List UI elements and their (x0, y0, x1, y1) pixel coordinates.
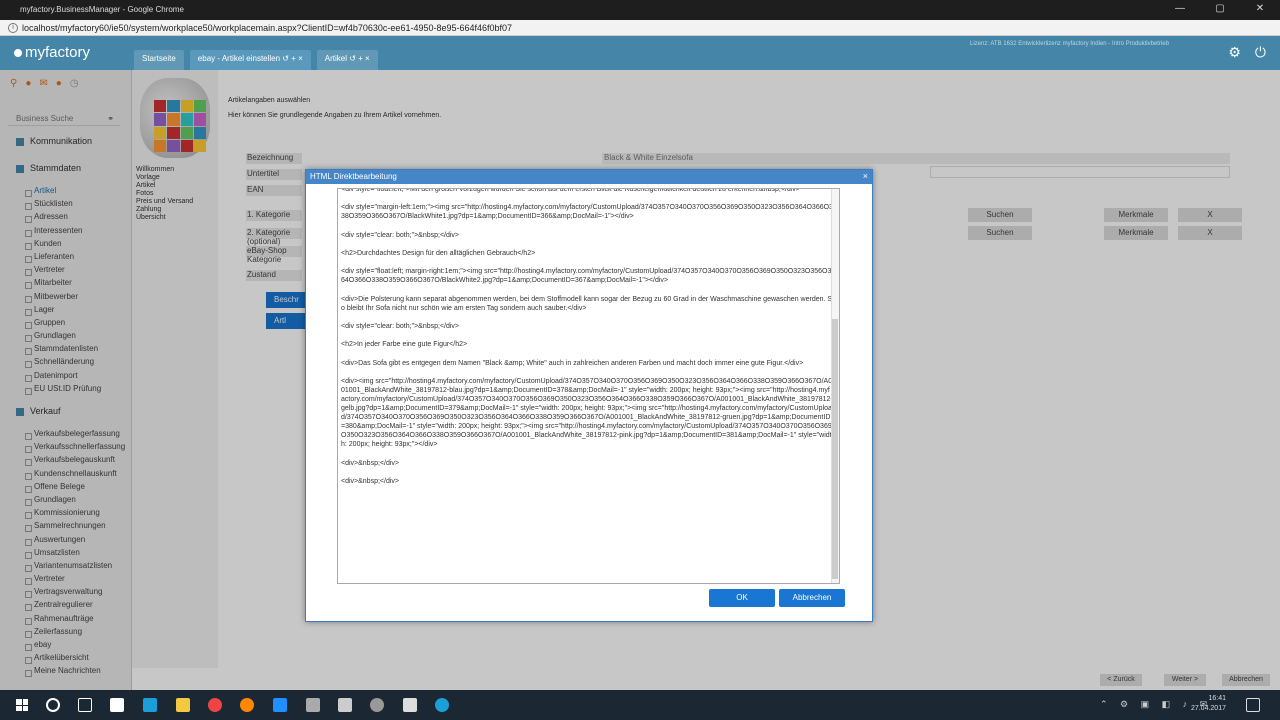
logo[interactable]: myfactory (14, 44, 90, 61)
clock[interactable]: 16:41 27.04.2017 (1191, 694, 1226, 714)
code-line: <div>Die Polsterung kann separat abgenom… (341, 295, 833, 312)
code-line: <div style="float:left;">Mit den großen … (341, 188, 800, 193)
action-center-icon[interactable] (1246, 698, 1260, 712)
code-line: <div>&nbsp;</div> (341, 478, 399, 486)
scroll-thumb[interactable] (832, 319, 838, 579)
tab-artikel[interactable]: Artikel ↺ + × (316, 50, 378, 70)
html-edit-dialog: HTML Direktbearbeitung × <div style="flo… (305, 169, 873, 622)
ok-button[interactable]: OK (709, 589, 775, 607)
search-icon[interactable] (46, 698, 60, 712)
store-icon[interactable] (110, 698, 124, 712)
info-icon[interactable]: i (8, 23, 18, 33)
header-icons: ⚙ ⏻ (1228, 44, 1266, 61)
license-text: Lizenz: ATB 1632 Entwicklerlizenz myfact… (970, 41, 1169, 47)
url-text[interactable]: localhost/myfactory60/ie50/system/workpl… (22, 23, 512, 33)
dialog-titlebar: HTML Direktbearbeitung × (306, 170, 872, 184)
notepad-icon[interactable] (338, 698, 352, 712)
windows-start-icon[interactable] (16, 699, 28, 711)
dialog-title: HTML Direktbearbeitung (310, 172, 397, 181)
skype-icon[interactable] (143, 698, 157, 712)
tab-bar: Startseite ebay - Artikel einstellen ↺ +… (134, 50, 384, 70)
skype-business-icon[interactable] (435, 698, 449, 712)
close-icon[interactable]: ✕ (1250, 3, 1270, 14)
clock-date: 27.04.2017 (1190, 705, 1226, 712)
code-line: <div style="clear: both;">&nbsp;</div> (341, 322, 460, 330)
code-line: <div style="margin-left:1em;"><img src="… (341, 204, 833, 221)
tab-ebay-artikel[interactable]: ebay - Artikel einstellen ↺ + × (189, 50, 311, 70)
windows-taskbar: ⌃ ⚙ ▣ ◧ ♪ ✉ 16:41 27.04.2017 (0, 690, 1280, 720)
code-line: <div style="clear: both;">&nbsp;</div> (341, 231, 460, 239)
minimize-icon[interactable]: — (1170, 3, 1190, 14)
chrome-icon[interactable] (208, 698, 222, 712)
code-line: <div><img src="http://hosting4.myfactory… (341, 377, 833, 449)
address-bar[interactable]: i localhost/myfactory60/ie50/system/work… (0, 20, 1280, 36)
task-view-icon[interactable] (78, 698, 92, 712)
edge-icon[interactable] (273, 698, 287, 712)
tab-startseite[interactable]: Startseite (134, 50, 184, 70)
firefox-icon[interactable] (240, 698, 254, 712)
app-header: myfactory Startseite ebay - Artikel eins… (0, 36, 1280, 70)
editor-scrollbar[interactable] (831, 189, 839, 583)
window-controls: — ▢ ✕ (1170, 3, 1270, 14)
close-icon[interactable]: × (863, 171, 868, 181)
cancel-button[interactable]: Abbrechen (779, 589, 845, 607)
browser-title: myfactory.BusinessManager - Google Chrom… (20, 5, 184, 14)
explorer-icon[interactable] (176, 698, 190, 712)
maximize-icon[interactable]: ▢ (1210, 3, 1230, 14)
logo-icon (14, 49, 22, 57)
clock-time: 16:41 (1208, 695, 1226, 702)
code-line: <div>Das Sofa gibt es entgegen dem Namen… (341, 359, 804, 367)
browser-title-bar: myfactory.BusinessManager - Google Chrom… (0, 0, 1280, 20)
code-line: <div>&nbsp;</div> (341, 459, 399, 467)
power-icon[interactable]: ⏻ (1255, 44, 1266, 61)
html-code: <div style="float:left;">Mit den großen … (341, 188, 833, 495)
code-line: <h2>Durchdachtes Design für den alltägli… (341, 249, 536, 257)
app-icon[interactable] (370, 698, 384, 712)
tools-icon[interactable] (306, 698, 320, 712)
code-line: <div style="float:left; margin-right:1em… (341, 268, 832, 285)
html-editor-textarea[interactable]: <div style="float:left;">Mit den großen … (337, 188, 840, 584)
gear-icon[interactable]: ⚙ (1228, 44, 1241, 61)
code-line: <h2>In jeder Farbe eine gute Figur</h2> (341, 341, 468, 349)
document-icon[interactable] (403, 698, 417, 712)
